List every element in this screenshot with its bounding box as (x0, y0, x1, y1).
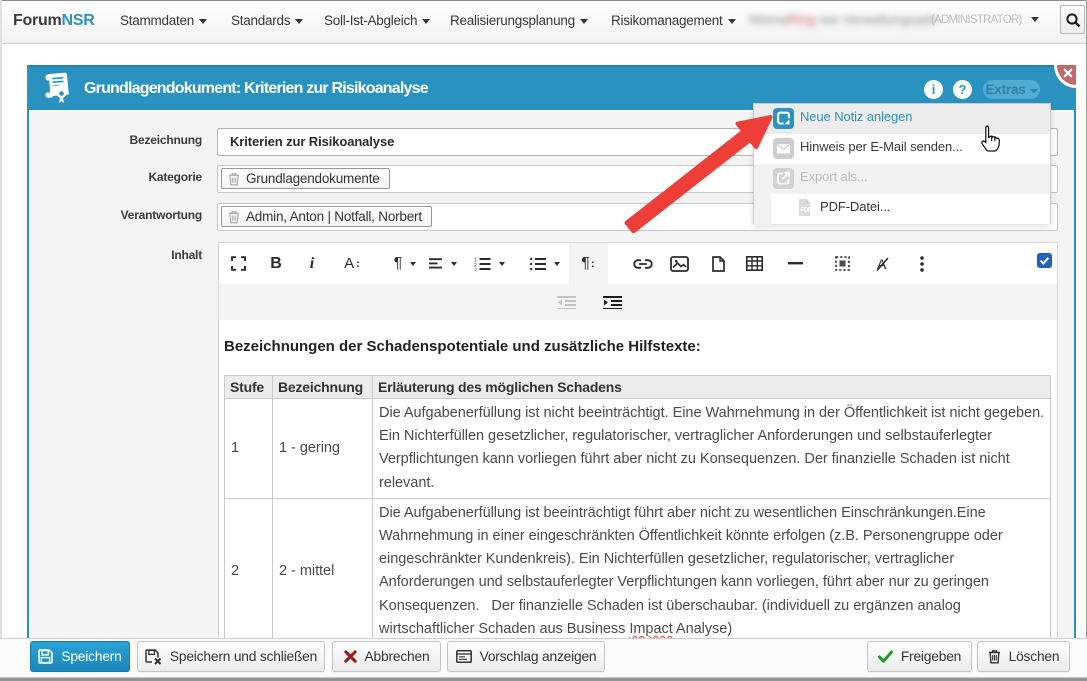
svg-text:3: 3 (474, 268, 477, 271)
